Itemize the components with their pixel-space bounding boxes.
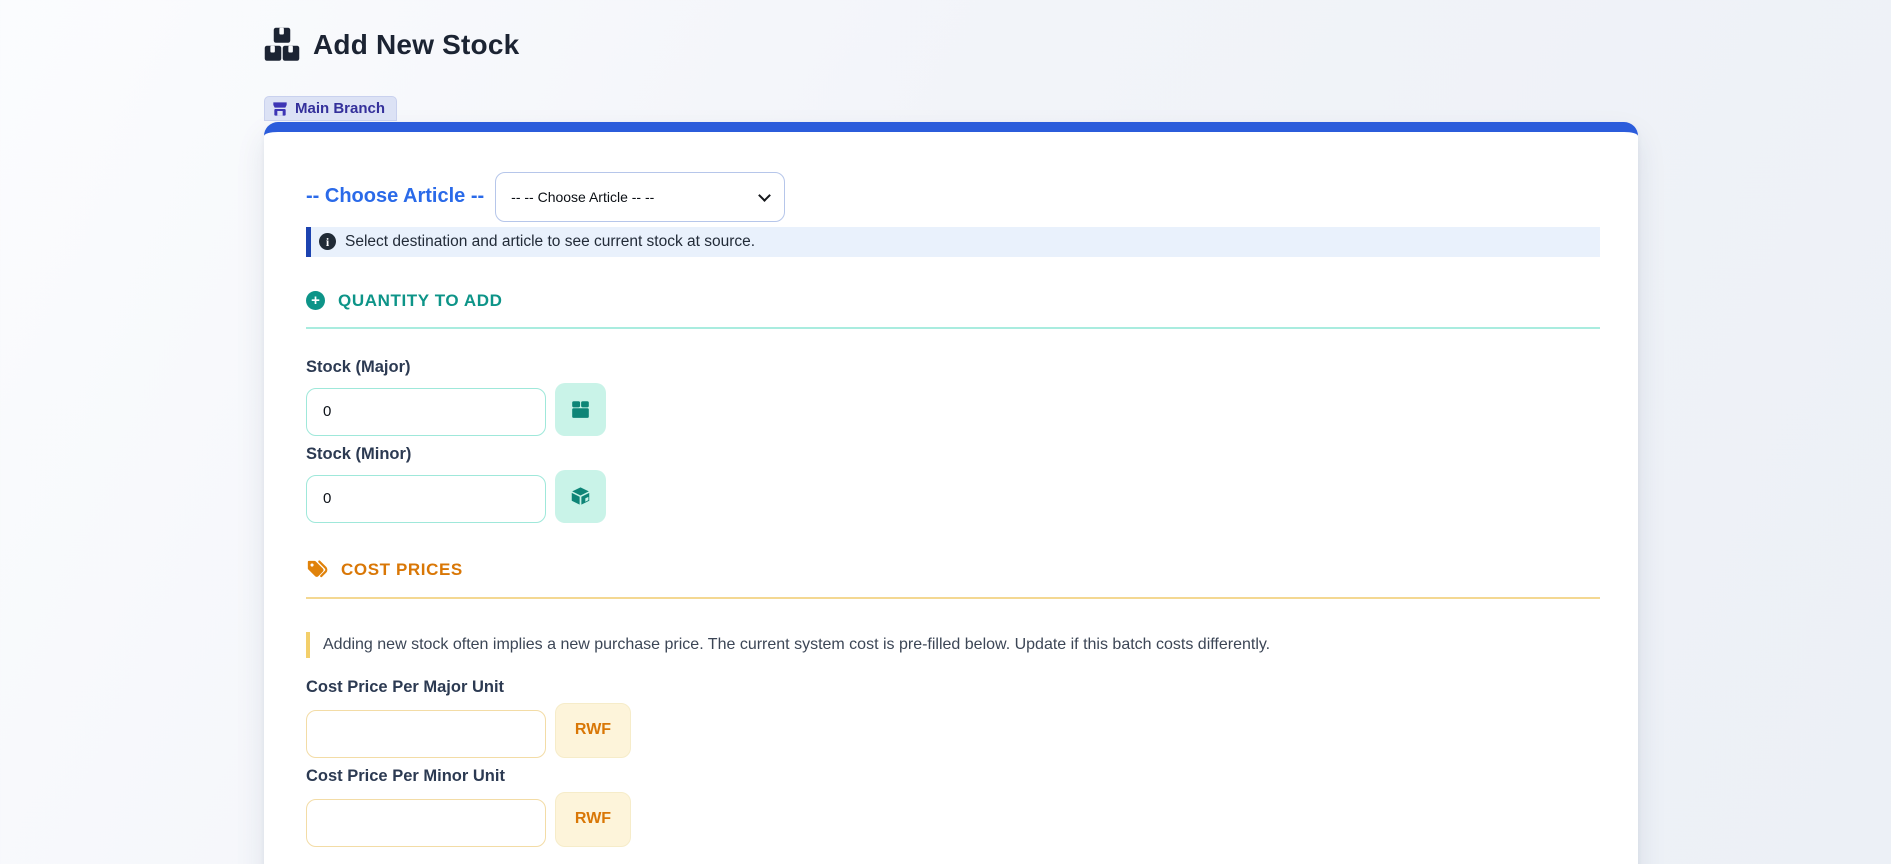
plus-circle-icon: + <box>306 291 325 310</box>
stock-major-addon <box>555 382 606 436</box>
page-header: Add New Stock <box>264 0 1891 63</box>
stock-major-row <box>306 382 1600 436</box>
cost-major-input[interactable] <box>306 709 546 758</box>
box-icon <box>572 400 589 418</box>
stock-minor-addon <box>555 469 606 523</box>
tags-icon <box>306 559 328 581</box>
branch-tab-label: Main Branch <box>295 100 386 117</box>
cost-major-row: RWF <box>306 702 1600 758</box>
stock-minor-label: Stock (Minor) <box>306 444 412 463</box>
cost-major-label: Cost Price Per Major Unit <box>306 677 505 696</box>
article-select[interactable]: -- -- Choose Article -- -- <box>495 171 786 222</box>
info-icon: i <box>319 233 336 250</box>
cost-major-currency-badge: RWF <box>555 702 631 758</box>
stock-major-label: Stock (Major) <box>306 357 411 376</box>
cost-section-header: COST PRICES <box>306 559 1600 599</box>
page-title: Add New Stock <box>313 29 520 60</box>
page: Add New Stock Main Branch -- Choose Arti… <box>0 0 1891 864</box>
cost-minor-row: RWF <box>306 791 1600 847</box>
article-select-wrap: -- -- Choose Article -- -- <box>495 171 786 222</box>
cost-note: Adding new stock often implies a new pur… <box>306 631 1600 658</box>
cost-minor-input[interactable] <box>306 798 546 847</box>
cost-minor-currency-badge: RWF <box>555 791 631 847</box>
stock-minor-input[interactable] <box>306 474 546 523</box>
cube-icon <box>571 486 590 505</box>
stock-minor-row <box>306 469 1600 523</box>
boxes-stacked-icon <box>264 27 300 63</box>
store-icon <box>272 101 288 117</box>
add-stock-card: -- Choose Article -- -- -- Choose Articl… <box>264 121 1638 864</box>
article-row: -- Choose Article -- -- -- Choose Articl… <box>306 171 1600 222</box>
info-alert: i Select destination and article to see … <box>306 226 1600 257</box>
choose-article-label: -- Choose Article -- <box>306 185 485 207</box>
quantity-section-header: + QUANTITY TO ADD <box>306 291 1600 329</box>
cost-minor-label: Cost Price Per Minor Unit <box>306 766 505 785</box>
stock-major-input[interactable] <box>306 387 546 436</box>
quantity-section-title: QUANTITY TO ADD <box>338 290 503 310</box>
cost-section-title: COST PRICES <box>341 559 463 579</box>
info-alert-text: Select destination and article to see cu… <box>345 232 756 250</box>
branch-tab[interactable]: Main Branch <box>264 96 398 121</box>
